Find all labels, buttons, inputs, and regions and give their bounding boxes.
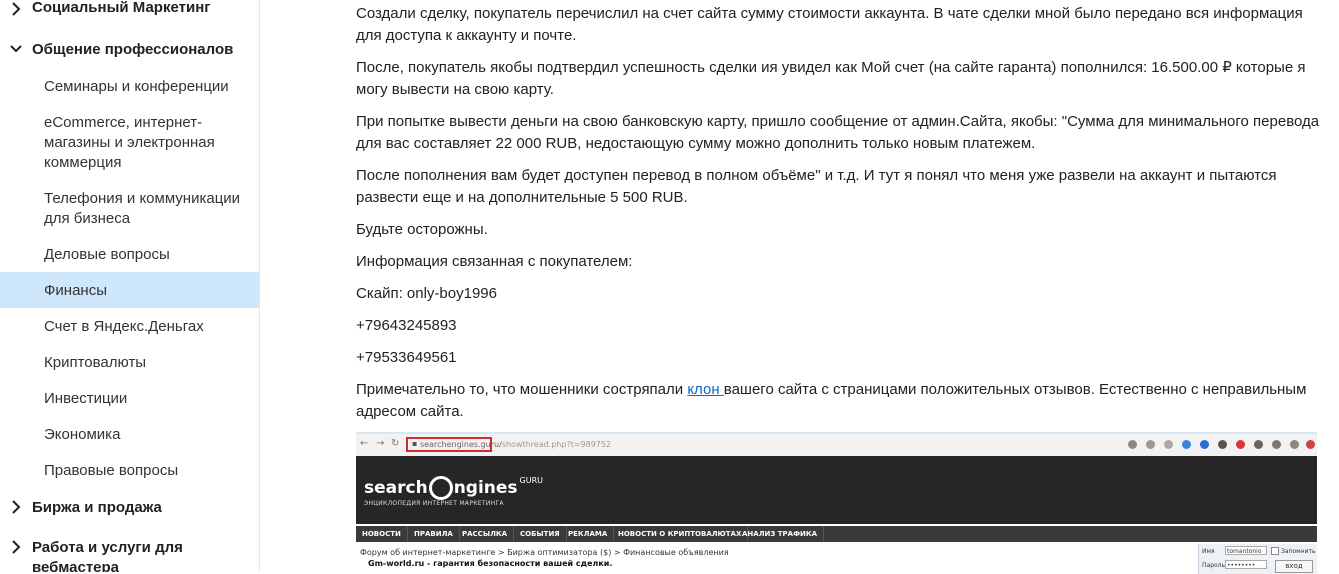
post-paragraph: При попытке вывести деньги на свою банко…	[356, 113, 1320, 152]
sidebar-category-webmaster[interactable]: Работа и услуги для вебмастера	[0, 538, 259, 572]
logo-text: ngines	[453, 478, 518, 498]
site-menu: НОВОСТИ ПРАВИЛА РАССЫЛКА СОБЫТИЯ РЕКЛАМА…	[356, 526, 1317, 542]
extension-icon	[1254, 440, 1263, 449]
post-paragraph: После, покупатель якобы подтвердил успеш…	[356, 59, 1306, 98]
sidebar-category-label: Общение профессионалов	[32, 41, 234, 58]
sidebar-item-crypto[interactable]: Криптовалюты	[0, 352, 259, 374]
skype-contact: Скайп: only-boy1996	[356, 285, 497, 302]
sidebar-item-label: eCommerce, интернет-магазины и электронн…	[44, 114, 215, 171]
url-domain: searchengines.guru/	[420, 440, 502, 449]
sidebar-category-professionals[interactable]: Общение профессионалов	[0, 40, 259, 60]
extension-icon	[1290, 440, 1299, 449]
sidebar-item-label: Правовые вопросы	[44, 462, 179, 479]
post-paragraph: Будьте осторожны.	[356, 221, 488, 238]
extension-icon	[1272, 440, 1281, 449]
logo-suffix: GURU	[519, 476, 544, 485]
url-text: searchengines.guru/showthread.php?t=9897…	[420, 440, 611, 449]
sidebar-item-label: Телефония и коммуникации для бизнеса	[44, 190, 241, 227]
url-path: showthread.php?t=989752	[501, 440, 612, 449]
sidebar-item-business[interactable]: Деловые вопросы	[0, 244, 259, 266]
sidebar-item-investments[interactable]: Инвестиции	[0, 388, 259, 410]
phone-number: +79643245893	[356, 317, 457, 334]
login-pass-label: Пароль	[1202, 562, 1226, 569]
sidebar-category-label: Работа и услуги для вебмастера	[32, 539, 183, 572]
forward-icon: →	[376, 438, 385, 449]
menu-item[interactable]: СОБЫТИЯ	[514, 526, 567, 542]
extension-icon	[1200, 440, 1209, 449]
star-icon	[1164, 440, 1173, 449]
sidebar-item-ecommerce[interactable]: eCommerce, интернет-магазины и электронн…	[0, 112, 259, 174]
lock-icon: ▪	[412, 439, 418, 448]
sidebar-item-telephony[interactable]: Телефония и коммуникации для бизнеса	[0, 188, 259, 230]
chevron-down-icon	[10, 45, 22, 53]
menu-item[interactable]: НОВОСТИ	[356, 526, 408, 542]
post-paragraph: Примечательно то, что мошенники состряпа…	[356, 379, 1324, 423]
logo-text: search	[364, 478, 428, 498]
login-name-input[interactable]: tomantonio	[1225, 546, 1267, 555]
extension-icon	[1236, 440, 1245, 449]
menu-item[interactable]: НОВОСТИ О КРИПТОВАЛЮТАХ	[612, 526, 749, 542]
back-icon: ←	[360, 438, 369, 449]
extension-icon	[1182, 440, 1191, 449]
sidebar-item-label: Криптовалюты	[44, 354, 147, 371]
menu-item[interactable]: ПРАВИЛА	[408, 526, 460, 542]
post-paragraph: Информация связанная с покупателем:	[356, 253, 633, 270]
sidebar-item-label: Экономика	[44, 426, 121, 443]
login-button[interactable]: вход	[1275, 560, 1313, 573]
login-pass-input[interactable]: ••••••••	[1225, 560, 1267, 569]
sidebar-category-label: Социальный Маркетинг	[32, 0, 211, 16]
phone-number: +79533649561	[356, 349, 457, 366]
sidebar: Социальный Маркетинг Общение профессиона…	[0, 0, 260, 572]
post-paragraph: Создали сделку, покупатель перечислил на…	[356, 5, 1303, 44]
thread-title: Gm-world.ru - гарантия безопасности ваше…	[368, 559, 613, 568]
menu-item[interactable]: РАССЫЛКА	[456, 526, 515, 542]
remember-label: Запомнить	[1281, 548, 1316, 555]
embedded-screenshot: ← → ↻ ▪ searchengines.guru/showthread.ph…	[356, 432, 1317, 574]
reload-icon: ↻	[391, 438, 400, 449]
sidebar-category-exchange[interactable]: Биржа и продажа	[0, 498, 259, 518]
sidebar-item-finance[interactable]: Финансы	[0, 272, 259, 308]
browser-toolbar: ← → ↻ ▪ searchengines.guru/showthread.ph…	[356, 434, 1317, 457]
sidebar-item-yandex-money[interactable]: Счет в Яндекс.Деньгах	[0, 316, 259, 338]
key-icon	[1128, 440, 1137, 449]
sidebar-item-economics[interactable]: Экономика	[0, 424, 259, 446]
post-paragraph: После пополнения вам будет доступен пере…	[356, 167, 1277, 206]
extension-icon	[1218, 440, 1227, 449]
chevron-right-icon	[12, 540, 21, 554]
magnifier-icon	[428, 476, 453, 500]
sidebar-item-label: Инвестиции	[44, 390, 128, 407]
sidebar-item-label: Семинары и конференции	[44, 78, 229, 95]
sidebar-item-legal[interactable]: Правовые вопросы	[0, 460, 259, 482]
sidebar-item-seminars[interactable]: Семинары и конференции	[0, 76, 259, 98]
menu-item[interactable]: АНАЛИЗ ТРАФИКА	[736, 526, 825, 542]
sidebar-category-label: Биржа и продажа	[32, 499, 162, 516]
sidebar-item-label: Деловые вопросы	[44, 246, 170, 263]
login-box: Имя tomantonio Запомнить Пароль ••••••••…	[1198, 544, 1317, 574]
sidebar-item-label: Финансы	[44, 282, 107, 299]
menu-item[interactable]: РЕКЛАМА	[562, 526, 615, 542]
sidebar-category-social-marketing[interactable]: Социальный Маркетинг	[0, 0, 259, 22]
chevron-right-icon	[12, 2, 21, 16]
site-logo: search ngines GURU	[364, 476, 543, 500]
forum-breadcrumb: Форум об интернет-маркетинге > Биржа опт…	[360, 548, 729, 557]
clone-link[interactable]: клон	[687, 381, 723, 398]
menu-icon	[1306, 440, 1315, 449]
logo-tagline: ЭНЦИКЛОПЕДИЯ ИНТЕРНЕТ МАРКЕТИНГА	[364, 500, 504, 507]
sidebar-item-label: Счет в Яндекс.Деньгах	[44, 318, 204, 335]
remember-checkbox[interactable]	[1271, 547, 1279, 555]
post-text: Примечательно то, что мошенники состряпа…	[356, 381, 688, 398]
login-name-label: Имя	[1202, 548, 1215, 555]
chevron-right-icon	[12, 500, 21, 514]
site-header: search ngines GURU ЭНЦИКЛОПЕДИЯ ИНТЕРНЕТ М…	[356, 456, 1317, 524]
zoom-icon	[1146, 440, 1155, 449]
